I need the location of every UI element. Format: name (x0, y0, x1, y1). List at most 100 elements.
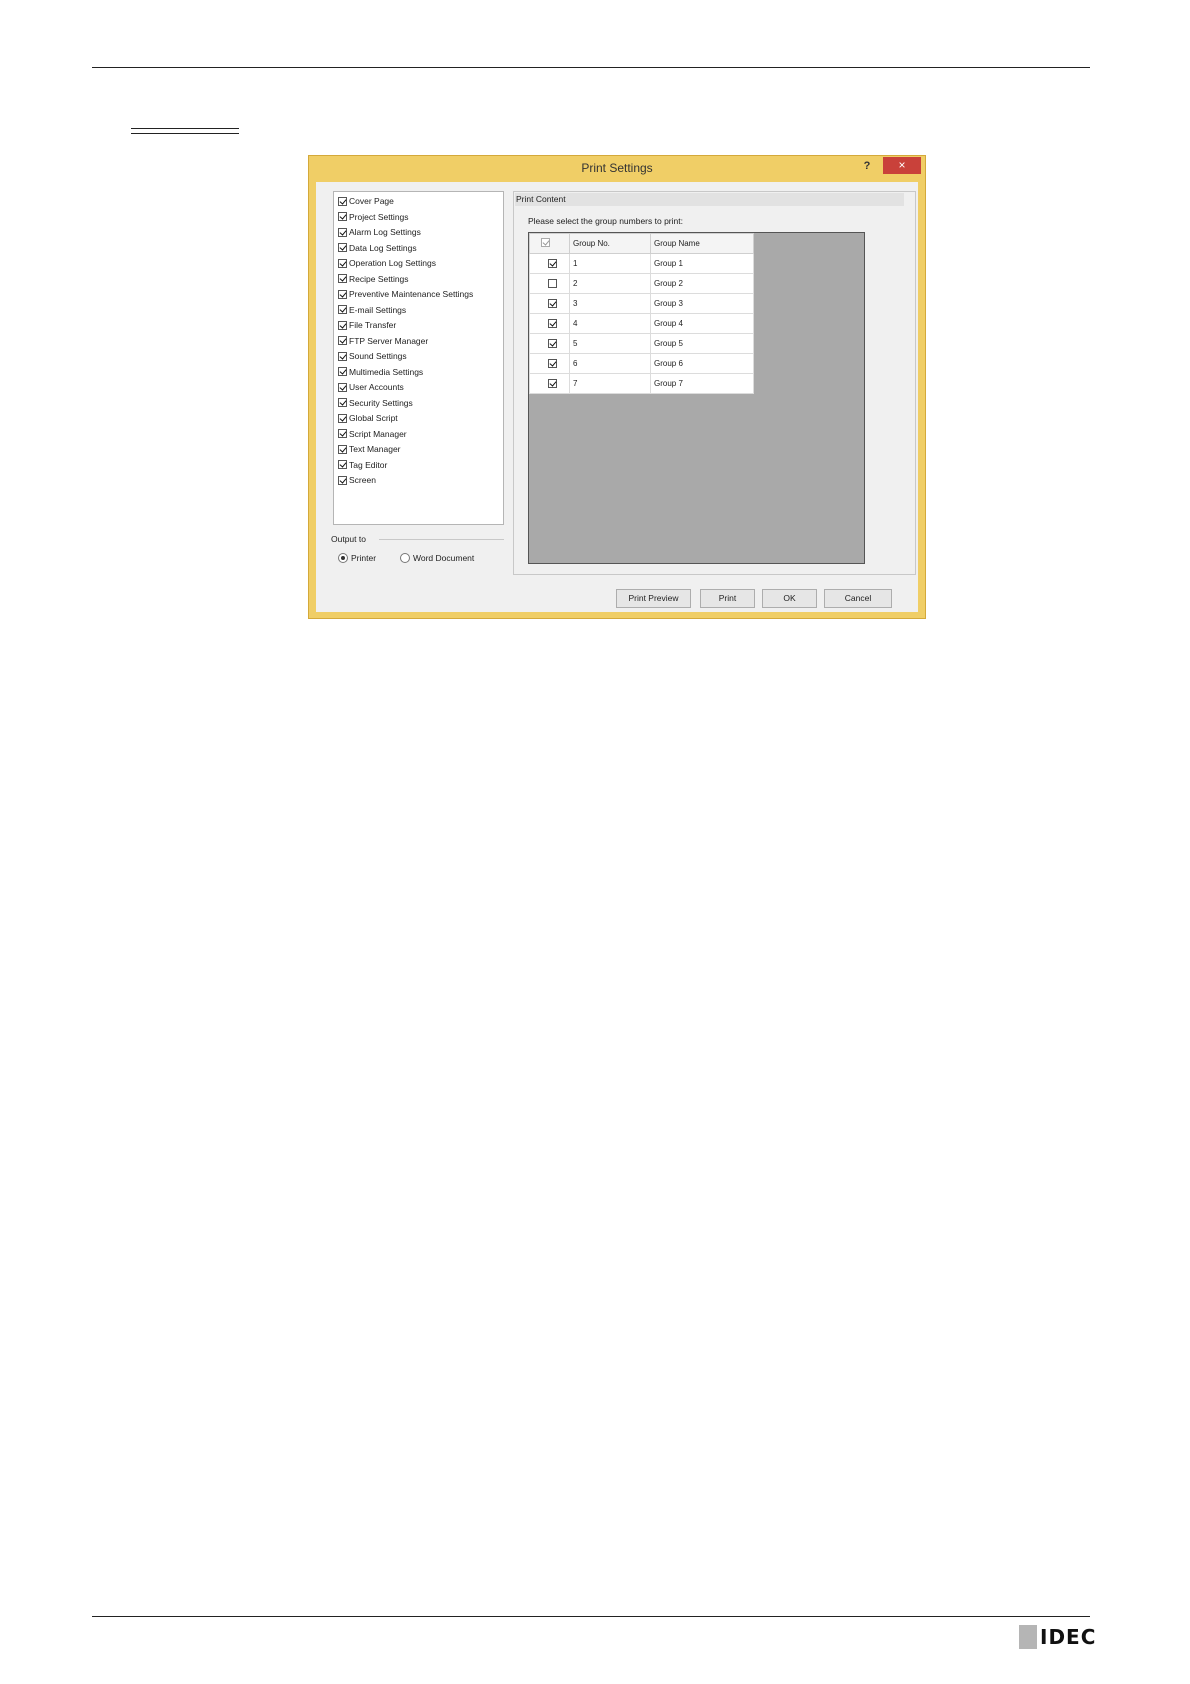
radio-printer[interactable]: Printer (338, 553, 376, 563)
group-name-cell: Group 3 (650, 293, 754, 314)
category-label: Alarm Log Settings (349, 227, 421, 237)
radio-printer-indicator[interactable] (338, 553, 348, 563)
category-label: User Accounts (349, 382, 404, 392)
output-to-label: Output to (331, 534, 366, 544)
table-row[interactable]: 7 Group 7 (529, 373, 754, 394)
close-button[interactable]: × (883, 157, 921, 174)
table-row[interactable]: 3 Group 3 (529, 293, 754, 314)
category-item[interactable]: Alarm Log Settings (338, 225, 421, 239)
category-item[interactable]: Recipe Settings (338, 272, 409, 286)
group-no-cell: 5 (569, 333, 651, 354)
group-name-cell: Group 2 (650, 273, 754, 294)
column-group-no[interactable]: Group No. (569, 233, 651, 254)
category-checkbox[interactable] (338, 398, 347, 407)
dialog-body: Cover Page Project Settings Alarm Log Sett… (316, 182, 918, 612)
category-checkbox[interactable] (338, 460, 347, 469)
select-all-checkbox[interactable] (541, 238, 550, 247)
category-checkbox[interactable] (338, 258, 347, 268)
row-select-cell[interactable] (529, 353, 570, 374)
category-item[interactable]: File Transfer (338, 318, 396, 332)
header-select-all[interactable] (529, 233, 570, 254)
cancel-button[interactable]: Cancel (824, 589, 892, 608)
table-row[interactable]: 2 Group 2 (529, 273, 754, 294)
category-checkbox[interactable] (338, 196, 347, 206)
category-label: E-mail Settings (349, 304, 407, 315)
category-checkbox[interactable] (338, 444, 347, 454)
category-checkbox[interactable] (338, 274, 347, 283)
category-label: Recipe Settings (349, 273, 409, 284)
category-checkbox[interactable] (338, 305, 347, 314)
category-item[interactable]: FTP Server Manager (338, 334, 428, 348)
category-checkbox[interactable] (338, 429, 347, 438)
row-checkbox[interactable] (548, 379, 557, 389)
category-checkbox[interactable] (338, 351, 347, 361)
logo-mark (1019, 1625, 1037, 1649)
category-label: Sound Settings (349, 351, 407, 361)
group-name-cell: Group 1 (650, 253, 754, 274)
table-row[interactable]: 6 Group 6 (529, 353, 754, 374)
table-row[interactable]: 4 Group 4 (529, 313, 754, 334)
category-item[interactable]: Preventive Maintenance Settings (338, 287, 473, 301)
logo-text: IDEC (1040, 1625, 1097, 1649)
category-item[interactable]: Security Settings (338, 396, 413, 410)
category-checkbox[interactable] (338, 413, 347, 423)
print-preview-button[interactable]: Print Preview (616, 589, 691, 608)
category-checkbox[interactable] (338, 289, 347, 299)
category-checkbox[interactable] (338, 212, 347, 221)
category-label: Security Settings (349, 397, 413, 408)
table-row[interactable]: 5 Group 5 (529, 333, 754, 354)
table-row[interactable]: 1 Group 1 (529, 253, 754, 274)
row-select-cell[interactable] (529, 273, 570, 294)
row-select-cell[interactable] (529, 313, 570, 334)
category-checkbox[interactable] (338, 320, 347, 330)
row-select-cell[interactable] (529, 333, 570, 354)
category-item[interactable]: Script Manager (338, 427, 407, 441)
category-item[interactable]: Data Log Settings (338, 241, 417, 255)
category-label: Tag Editor (349, 459, 388, 470)
category-item[interactable]: Global Script (338, 411, 398, 425)
print-button[interactable]: Print (700, 589, 755, 608)
row-checkbox[interactable] (548, 319, 557, 329)
category-item[interactable]: User Accounts (338, 380, 404, 394)
category-checkbox[interactable] (338, 336, 347, 345)
category-item[interactable]: Cover Page (338, 194, 394, 208)
radio-word-indicator[interactable] (400, 553, 410, 563)
row-checkbox[interactable] (548, 279, 557, 289)
group-no-cell: 4 (569, 313, 651, 334)
row-checkbox[interactable] (548, 299, 557, 309)
category-checkbox[interactable] (338, 367, 347, 376)
row-select-cell[interactable] (529, 373, 570, 394)
category-item[interactable]: Operation Log Settings (338, 256, 436, 270)
category-item[interactable]: Screen (338, 473, 376, 487)
group-no-cell: 2 (569, 273, 651, 294)
row-select-cell[interactable] (529, 293, 570, 314)
column-group-name[interactable]: Group Name (650, 233, 754, 254)
group-name-cell: Group 5 (650, 333, 754, 354)
category-label: Preventive Maintenance Settings (349, 289, 474, 299)
category-item[interactable]: Multimedia Settings (338, 365, 423, 379)
group-no-cell: 7 (569, 373, 651, 394)
category-item[interactable]: E-mail Settings (338, 303, 406, 317)
help-icon[interactable]: ? (859, 158, 875, 174)
category-checkbox[interactable] (338, 382, 347, 392)
category-checkbox[interactable] (338, 243, 347, 252)
row-select-cell[interactable] (529, 253, 570, 274)
category-item[interactable]: Project Settings (338, 210, 409, 224)
category-item[interactable]: Text Manager (338, 442, 401, 456)
category-checkbox[interactable] (338, 475, 347, 485)
header-rule (92, 67, 1090, 68)
category-item[interactable]: Tag Editor (338, 458, 387, 472)
category-label: Multimedia Settings (349, 366, 424, 377)
row-checkbox[interactable] (548, 359, 557, 369)
radio-word-document[interactable]: Word Document (400, 553, 474, 563)
ok-button[interactable]: OK (762, 589, 817, 608)
category-label: Screen (349, 475, 376, 485)
row-checkbox[interactable] (548, 339, 557, 349)
category-list: Cover Page Project Settings Alarm Log Sett… (333, 191, 504, 525)
category-checkbox[interactable] (338, 227, 347, 237)
print-content-header: Print Content (515, 193, 904, 206)
group-name-cell: Group 4 (650, 313, 754, 334)
category-item[interactable]: Sound Settings (338, 349, 407, 363)
output-divider (379, 539, 504, 540)
row-checkbox[interactable] (548, 259, 557, 269)
